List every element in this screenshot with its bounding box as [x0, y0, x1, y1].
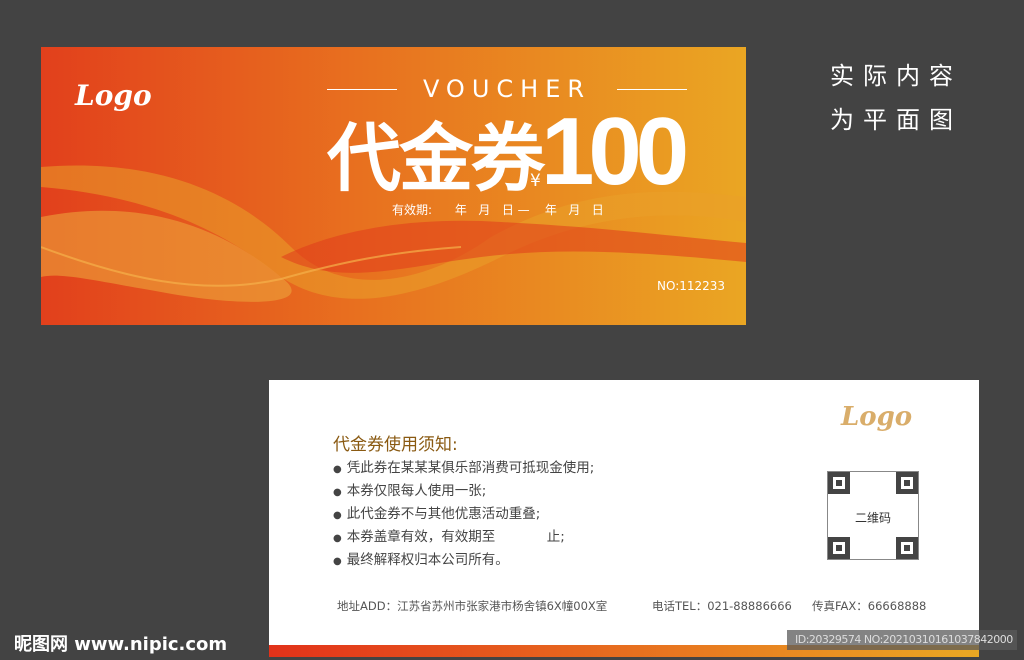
currency-symbol: ¥ — [530, 171, 541, 191]
watermark-id: ID:20329574 NO:20210310161037842000 — [787, 630, 1017, 650]
voucher-number: NO:112233 — [657, 279, 726, 293]
watermark-site: 昵图网 www.nipic.com — [14, 634, 228, 655]
validity-period: 有效期: 年 月 日 — 年 月 日 — [392, 203, 604, 217]
rule-item: 凭此券在某某某俱乐部消费可抵现金使用; — [333, 457, 595, 480]
side-note-line-1: 实际内容 — [830, 62, 962, 90]
qr-label: 二维码 — [854, 511, 891, 525]
rule-item: 此代金券不与其他优惠活动重叠; — [333, 503, 594, 526]
qr-code-placeholder: 二维码 — [827, 471, 919, 560]
rule-item: 本券仅限每人使用一张; — [333, 480, 594, 503]
address: 地址ADD：江苏省苏州市张家港市杨舍镇6X幢00X室 — [337, 599, 608, 613]
voucher-title: 代金券 — [327, 116, 545, 202]
fax: 传真FAX：66668888 — [812, 599, 927, 613]
back-logo: Logo — [841, 402, 913, 432]
front-logo: Logo — [75, 79, 152, 112]
rules-list: 凭此券在某某某俱乐部消费可抵现金使用; 本券仅限每人使用一张; 此代金券不与其他… — [333, 457, 595, 572]
rule-item: 最终解释权归本公司所有。 — [333, 549, 594, 572]
voucher-amount: 100 — [541, 98, 689, 205]
phone: 电话TEL：021-88886666 — [652, 599, 792, 613]
voucher-front: Logo VOUCHER 代金券 ¥ 100 有效期: 年 月 日 — 年 月 … — [41, 47, 746, 325]
rule-item: 本券盖章有效，有效期至 止; — [333, 526, 594, 549]
voucher-back: Logo 代金券使用须知: 凭此券在某某某俱乐部消费可抵现金使用; 本券仅限每人… — [269, 380, 979, 657]
notice-title: 代金券使用须知: — [333, 435, 458, 455]
side-note-line-2: 为平面图 — [830, 106, 962, 134]
